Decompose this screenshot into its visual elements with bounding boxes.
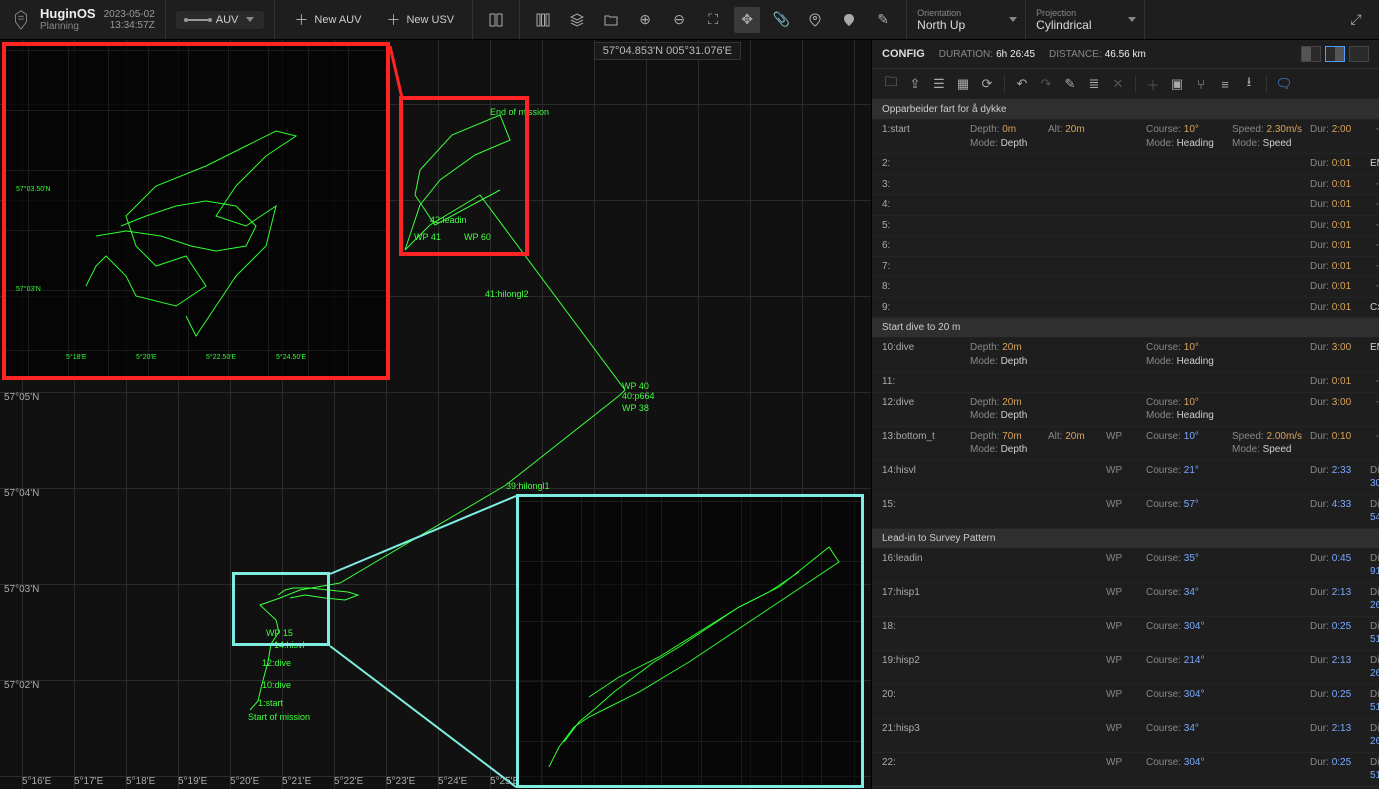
edit-icon[interactable]: ✎ [1059, 73, 1081, 95]
app-logo-icon [10, 9, 32, 31]
waypoint-row[interactable]: 11:Dur: 0:01⋯ [872, 372, 1379, 393]
redo-icon[interactable]: ↷ [1035, 73, 1057, 95]
row-menu-icon[interactable]: ⋯ [1370, 123, 1379, 133]
app-mode: Planning [40, 21, 96, 32]
waypoint-row[interactable]: 16:leadinWPCourse: 35°Dur: 0:45Dist: 91m… [872, 549, 1379, 583]
section-header: Start dive to 20 m [872, 318, 1379, 338]
waypoint-row[interactable]: 4:Dur: 0:01⋯ [872, 195, 1379, 216]
waypoint-icon[interactable]: ▣ [1166, 73, 1188, 95]
zoom-out-icon[interactable]: ⊖ [666, 7, 692, 33]
center-icon[interactable]: ⤢ [1343, 7, 1369, 33]
header-time: 13:34:57Z [104, 20, 155, 31]
chevron-down-icon [1128, 17, 1136, 22]
columns-icon[interactable] [530, 7, 556, 33]
panel-toolbar: 🗀 ⇪ ☰ ▦ ⟳ ↶ ↷ ✎ ≣ ✕ ＋ ▣ ⑂ ≡ ⭳ 🗨 [872, 69, 1379, 100]
row-menu-icon[interactable]: ⋯ [1370, 430, 1379, 440]
panel-layout-icon[interactable] [483, 7, 509, 33]
app-title: HuginOS [40, 7, 96, 21]
distance-value: 46.56 km [1105, 49, 1146, 60]
marker-filled-icon[interactable] [836, 7, 862, 33]
pencil-icon[interactable]: ✎ [870, 7, 896, 33]
layout-toggle[interactable] [1301, 46, 1369, 62]
waypoint-row[interactable]: 17:hisp1WPCourse: 34°Dur: 2:13Dist: 266m… [872, 583, 1379, 617]
map-canvas[interactable]: 57°04.853'N 005°31.076'E 57°05'N 57°04'N… [0, 40, 871, 789]
undo-icon[interactable]: ↶ [1011, 73, 1033, 95]
vehicle-dropdown[interactable]: AUV [176, 11, 265, 29]
layout-full-icon[interactable] [1349, 46, 1369, 62]
new-auv-button[interactable]: ＋New AUV [285, 8, 369, 32]
waypoint-row[interactable]: 20:WPCourse: 304°Dur: 0:25Dist: 51m⋯ [872, 685, 1379, 719]
waypoint-row[interactable]: 9:Dur: 0:01CxCPowerOn⋯ [872, 298, 1379, 319]
row-menu-icon[interactable]: ⋯ [1370, 239, 1379, 249]
plus-icon: ＋ [293, 12, 309, 28]
waypoint-row[interactable]: 12:diveDepth: 20mMode: DepthCourse: 10°M… [872, 393, 1379, 427]
waypoint-row[interactable]: 15:WPCourse: 57°Dur: 4:33Dist: 547m⋯ [872, 495, 1379, 529]
waypoint-row[interactable]: 18:WPCourse: 304°Dur: 0:25Dist: 51m⋯ [872, 617, 1379, 651]
waypoint-row[interactable]: 14:hisvlWPCourse: 21°Dur: 2:33Dist: 308m… [872, 461, 1379, 495]
row-menu-icon[interactable]: ⋯ [1370, 375, 1379, 385]
orientation-dropdown[interactable]: Orientation North Up [907, 5, 1007, 35]
waypoint-row[interactable]: 6:Dur: 0:01⋯ [872, 236, 1379, 257]
row-menu-icon[interactable]: ⋯ [1370, 198, 1379, 208]
layout-split-icon[interactable] [1325, 46, 1345, 62]
row-menu-icon[interactable]: ⋯ [1370, 396, 1379, 406]
app-brand: HuginOS Planning 2023-05-02 13:34:57Z [0, 0, 166, 39]
close-icon[interactable]: ✕ [1107, 73, 1129, 95]
config-panel: CONFIG DURATION: 6h 26:45 DISTANCE: 46.5… [871, 40, 1379, 789]
layers-icon[interactable] [564, 7, 590, 33]
callout-line-teal [0, 40, 870, 789]
comment-icon[interactable]: 🗨 [1273, 73, 1295, 95]
attachment-icon[interactable]: 📎 [768, 7, 794, 33]
folder-open-icon[interactable] [598, 7, 624, 33]
waypoint-row[interactable]: 10:diveDepth: 20mMode: DepthCourse: 10°M… [872, 338, 1379, 372]
layout-left-icon[interactable] [1301, 46, 1321, 62]
plus-icon: ＋ [385, 12, 401, 28]
folder-open-icon[interactable]: 🗀 [880, 73, 902, 95]
top-toolbar: HuginOS Planning 2023-05-02 13:34:57Z AU… [0, 0, 1379, 40]
waypoint-row[interactable]: 19:hisp2WPCourse: 214°Dur: 2:13Dist: 266… [872, 651, 1379, 685]
chevron-down-icon [1009, 17, 1017, 22]
list-icon[interactable]: ≣ [1083, 73, 1105, 95]
sequence-icon[interactable]: ≡ [1214, 73, 1236, 95]
zoom-in-icon[interactable]: ⊕ [632, 7, 658, 33]
section-header: Opparbeider fart for å dykke [872, 100, 1379, 120]
waypoint-row[interactable]: 2:Dur: 0:01EMPowerOn⋯ [872, 154, 1379, 175]
waypoint-row[interactable]: 3:Dur: 0:01⋯ [872, 175, 1379, 196]
add-icon[interactable]: ＋ [1142, 73, 1164, 95]
new-usv-button[interactable]: ＋New USV [377, 8, 462, 32]
settings-sliders-icon[interactable]: ☰ [928, 73, 950, 95]
panel-title: CONFIG [882, 48, 925, 60]
duration-value: 6h 26:45 [996, 49, 1035, 60]
waypoint-row[interactable]: 8:Dur: 0:01⋯ [872, 277, 1379, 298]
download-icon[interactable]: ⭳ [1238, 73, 1260, 95]
waypoint-row[interactable]: 13:bottom_tDepth: 70mMode: DepthAlt: 20m… [872, 427, 1379, 461]
fit-screen-icon[interactable]: ⛶ [700, 7, 726, 33]
move-icon[interactable]: ✥ [734, 7, 760, 33]
row-menu-icon[interactable]: ⋯ [1370, 219, 1379, 229]
section-header: Lead-in to Survey Pattern [872, 529, 1379, 549]
export-icon[interactable]: ⇪ [904, 73, 926, 95]
chevron-down-icon [246, 17, 254, 22]
waypoint-list[interactable]: Opparbeider fart for å dykke1:startDepth… [872, 100, 1379, 789]
row-menu-icon[interactable]: ⋯ [1370, 178, 1379, 188]
marker-icon[interactable] [802, 7, 828, 33]
auv-line-icon [186, 19, 210, 21]
waypoint-row[interactable]: 1:startDepth: 0mMode: DepthAlt: 20mCours… [872, 120, 1379, 154]
waypoint-row[interactable]: 5:Dur: 0:01⋯ [872, 216, 1379, 237]
projection-dropdown[interactable]: Projection Cylindrical [1026, 5, 1126, 35]
waypoint-row[interactable]: 22:WPCourse: 304°Dur: 0:25Dist: 51m⋯ [872, 753, 1379, 787]
header-date: 2023-05-02 [104, 9, 155, 20]
row-menu-icon[interactable]: ⋯ [1370, 280, 1379, 290]
row-menu-icon[interactable]: ⋯ [1370, 260, 1379, 270]
branch-icon[interactable]: ⑂ [1190, 73, 1212, 95]
waypoint-row[interactable]: 21:hisp3WPCourse: 34°Dur: 2:13Dist: 266m… [872, 719, 1379, 753]
waypoint-row[interactable]: 7:Dur: 0:01⋯ [872, 257, 1379, 278]
refresh-icon[interactable]: ⟳ [976, 73, 998, 95]
new-doc-icon[interactable]: ▦ [952, 73, 974, 95]
